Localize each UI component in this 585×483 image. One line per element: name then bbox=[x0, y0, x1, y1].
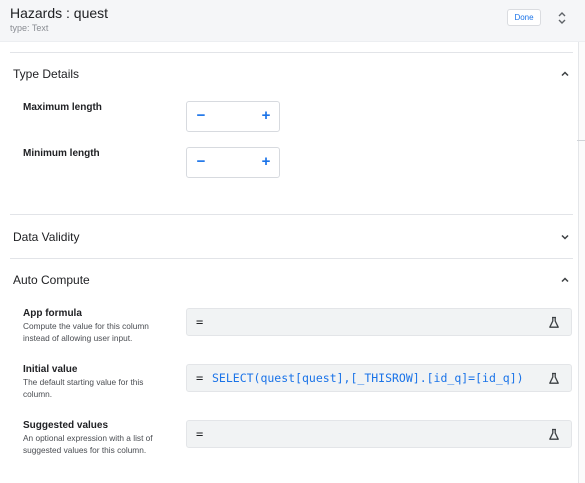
max-length-label: Maximum length bbox=[23, 102, 102, 113]
min-length-stepper[interactable]: − + bbox=[186, 147, 280, 178]
max-length-stepper[interactable]: − + bbox=[186, 101, 280, 132]
app-formula-help: Compute the value for this column instea… bbox=[23, 321, 149, 343]
increment-button[interactable]: + bbox=[260, 152, 272, 172]
scrollbar[interactable] bbox=[578, 42, 585, 483]
app-formula-input[interactable]: = bbox=[186, 308, 572, 336]
section-title-data-validity[interactable]: Data Validity bbox=[13, 230, 79, 244]
section-title-type-details[interactable]: Type Details bbox=[13, 67, 79, 81]
divider bbox=[10, 258, 573, 259]
expression-assistant-flask-icon[interactable] bbox=[548, 372, 560, 385]
suggested-values-label: Suggested values bbox=[23, 420, 109, 431]
expression-assistant-flask-icon[interactable] bbox=[548, 428, 560, 441]
min-length-label: Minimum length bbox=[23, 148, 100, 159]
column-header: Hazards : quest type: Text Done bbox=[0, 0, 585, 42]
app-formula-label: App formula bbox=[23, 308, 82, 319]
column-title: Hazards : quest bbox=[10, 5, 109, 21]
suggested-values-input[interactable]: = bbox=[186, 420, 572, 448]
chevron-up-icon[interactable] bbox=[559, 274, 571, 286]
chevron-down-icon[interactable] bbox=[559, 231, 571, 243]
initial-value-input[interactable]: = SELECT(quest[quest],[_THISROW].[id_q]=… bbox=[186, 364, 572, 392]
decrement-button[interactable]: − bbox=[195, 152, 207, 172]
initial-value-label: Initial value bbox=[23, 364, 78, 375]
unfold-icon[interactable] bbox=[556, 10, 568, 26]
done-button[interactable]: Done bbox=[507, 9, 541, 26]
equals-sign: = bbox=[196, 315, 204, 329]
column-type: type: Text bbox=[10, 23, 49, 33]
scrollbar-marker bbox=[577, 140, 585, 141]
initial-value-expression: SELECT(quest[quest],[_THISROW].[id_q]=[i… bbox=[212, 371, 524, 385]
decrement-button[interactable]: − bbox=[195, 106, 207, 126]
expression-assistant-flask-icon[interactable] bbox=[548, 316, 560, 329]
chevron-up-icon[interactable] bbox=[559, 68, 571, 80]
section-title-auto-compute[interactable]: Auto Compute bbox=[13, 273, 90, 287]
increment-button[interactable]: + bbox=[260, 106, 272, 126]
divider bbox=[10, 214, 573, 215]
initial-value-help: The default starting value for this colu… bbox=[23, 377, 144, 399]
divider bbox=[10, 52, 573, 53]
equals-sign: = bbox=[196, 371, 204, 385]
equals-sign: = bbox=[196, 427, 204, 441]
suggested-values-help: An optional expression with a list of su… bbox=[23, 433, 153, 455]
